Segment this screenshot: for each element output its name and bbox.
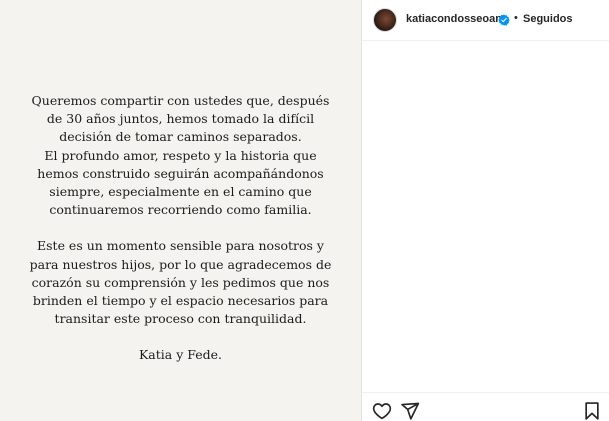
following-button[interactable]: Seguidos	[523, 13, 573, 25]
post-sidebar: katiacondosseoane • Seguidos	[362, 0, 609, 421]
header-divider	[362, 40, 609, 41]
text-line: transitar este proceso con tranquilidad.	[54, 311, 307, 327]
text-line: para nuestros hijos, por lo que agradece…	[29, 256, 332, 272]
username-link[interactable]: katiacondosseoane	[406, 13, 508, 25]
text-line: continuaremos recorriendo como familia.	[49, 202, 312, 218]
verified-badge-icon	[498, 13, 510, 26]
actions-divider	[362, 392, 609, 393]
text-line: corazón su comprensión y les pedimos que…	[31, 274, 330, 290]
paragraph-1: Queremos compartir con ustedes que, desp…	[0, 92, 361, 219]
heart-icon[interactable]	[372, 401, 392, 421]
profile-avatar[interactable]	[373, 8, 397, 32]
paragraph-2: Este es un momento sensible para nosotro…	[0, 237, 361, 328]
signature-line: Katia y Fede.	[138, 347, 223, 363]
bookmark-icon[interactable]	[582, 401, 602, 421]
text-line: El profundo amor, respeto y la historia …	[44, 147, 317, 163]
text-line: siempre, especialmente en el camino que	[49, 184, 312, 200]
instagram-post-view: Queremos compartir con ustedes que, desp…	[0, 0, 609, 421]
text-line: hemos construido seguirán acompañándonos	[37, 165, 324, 181]
separator-dot: •	[514, 12, 518, 24]
post-statement-text: Queremos compartir con ustedes que, desp…	[0, 92, 361, 365]
text-line: Queremos compartir con ustedes que, desp…	[31, 93, 330, 108]
text-line: Este es un momento sensible para nosotro…	[37, 238, 324, 254]
post-image: Queremos compartir con ustedes que, desp…	[0, 0, 361, 421]
paper-plane-icon[interactable]	[400, 401, 420, 421]
text-line: decisión de tomar caminos separados.	[59, 129, 302, 145]
signature-paragraph: Katia y Fede.	[0, 346, 361, 364]
post-header: katiacondosseoane • Seguidos	[362, 0, 609, 40]
text-line: brinden el tiempo y el espacio necesario…	[32, 293, 329, 309]
text-line: de 30 años juntos, hemos tomado la difíc…	[46, 111, 315, 127]
